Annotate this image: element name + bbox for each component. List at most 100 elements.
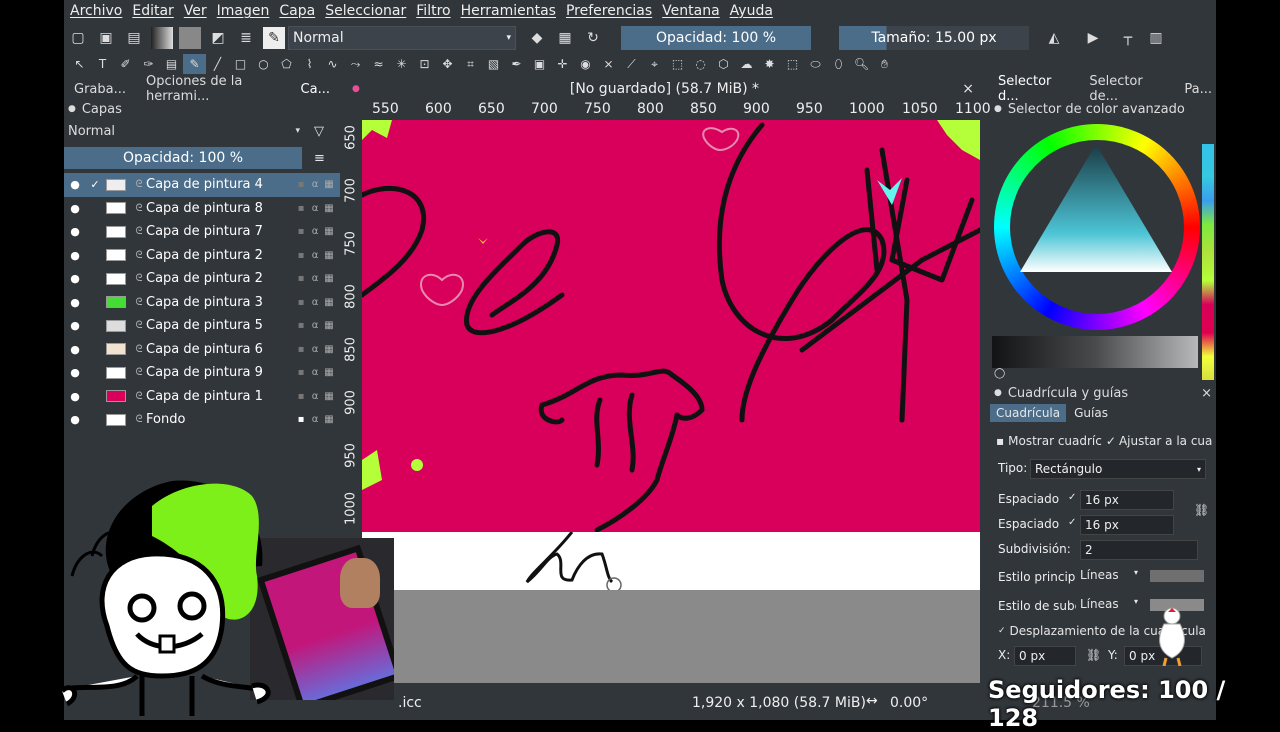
dynamic-brush-icon[interactable]: ≈: [367, 54, 390, 74]
eye-icon[interactable]: ●: [64, 272, 86, 285]
mirror-horizontal-icon[interactable]: ◭: [1043, 27, 1065, 49]
contiguous-select-icon[interactable]: ✸: [758, 54, 781, 74]
menu-ver[interactable]: Ver: [184, 3, 207, 19]
tab-guides[interactable]: Guías: [1066, 404, 1116, 422]
eye-icon[interactable]: ●: [64, 202, 86, 215]
eye-icon[interactable]: ●: [64, 319, 86, 332]
alpha-icon[interactable]: α: [308, 297, 322, 308]
measure-tool-icon[interactable]: ⟋: [620, 54, 643, 74]
alpha-lock-icon[interactable]: ▦: [554, 27, 576, 49]
menu-ventana[interactable]: Ventana: [662, 3, 720, 19]
inherit-alpha-icon[interactable]: ▦: [322, 297, 336, 308]
mirror-vertical-icon[interactable]: ▶: [1082, 27, 1104, 49]
polygon-tool-icon[interactable]: ⬠: [275, 54, 298, 74]
bezier-select-icon[interactable]: ⬭: [804, 54, 827, 74]
pattern-icon[interactable]: [179, 27, 201, 49]
lock-icon[interactable]: ▪: [294, 367, 308, 378]
eye-icon[interactable]: ●: [64, 296, 86, 309]
lock-icon[interactable]: ▪: [294, 179, 308, 190]
eye-icon[interactable]: ●: [64, 413, 86, 426]
inherit-alpha-icon[interactable]: ▦: [322, 367, 336, 378]
move-tool-icon[interactable]: ✥: [436, 54, 459, 74]
gradient-icon[interactable]: [151, 27, 173, 49]
filter-icon[interactable]: ▽: [314, 124, 324, 139]
alpha-icon[interactable]: α: [308, 344, 322, 355]
lock-icon[interactable]: ▪: [294, 391, 308, 402]
layer-row[interactable]: ● ᘓ Capa de pintura 1 ▪ α ▦: [64, 385, 340, 409]
layer-row[interactable]: ● ᘓ Capa de pintura 5 ▪ α ▦: [64, 314, 340, 338]
alpha-icon[interactable]: α: [308, 250, 322, 261]
freehand-path-icon[interactable]: ⤳: [344, 54, 367, 74]
layer-row[interactable]: ● ᘓ Capa de pintura 3 ▪ α ▦: [64, 291, 340, 315]
select-shape-icon[interactable]: ↖: [68, 54, 91, 74]
show-grid-checkbox[interactable]: ▪: [996, 434, 1004, 448]
alpha-icon[interactable]: α: [308, 414, 322, 425]
inherit-alpha-icon[interactable]: ▦: [322, 250, 336, 261]
menu-editar[interactable]: Editar: [132, 3, 173, 19]
new-document-icon[interactable]: ▢: [67, 27, 89, 49]
color-history-strip[interactable]: [1202, 144, 1214, 380]
menu-seleccionar[interactable]: Seleccionar: [325, 3, 406, 19]
tab-palette[interactable]: Pa...: [1180, 82, 1216, 97]
link-chain-icon[interactable]: ⛓: [1086, 648, 1101, 662]
transform-tool-icon[interactable]: ⊡: [413, 54, 436, 74]
eye-icon[interactable]: ●: [64, 390, 86, 403]
value-slider[interactable]: [992, 336, 1198, 368]
colorize-mask-icon[interactable]: ▣: [528, 54, 551, 74]
color-swap-icon[interactable]: ◩: [207, 27, 229, 49]
menu-ayuda[interactable]: Ayuda: [730, 3, 773, 19]
main-style-select[interactable]: Líneas ▾: [1080, 568, 1138, 582]
gradient-tool-icon[interactable]: ▧: [482, 54, 505, 74]
close-document-icon[interactable]: ×: [962, 81, 974, 97]
edit-shapes-icon[interactable]: ✐: [114, 54, 137, 74]
polygon-select-icon[interactable]: ⬡: [712, 54, 735, 74]
canvas-painting[interactable]: [362, 120, 980, 532]
layer-blend-select[interactable]: Normal ▾: [64, 120, 304, 142]
menu-preferencias[interactable]: Preferencias: [566, 3, 652, 19]
spacing-y-input[interactable]: 16 px: [1080, 515, 1174, 535]
layer-row[interactable]: ● ᘓ Capa de pintura 2 ▪ α ▦: [64, 244, 340, 268]
blend-mode-select[interactable]: Normal ▾: [288, 26, 516, 50]
freehand-brush-icon[interactable]: ✎: [183, 54, 206, 74]
brush-preset-icon[interactable]: ✎: [263, 27, 285, 49]
layer-opacity-slider[interactable]: Opacidad: 100 %: [64, 147, 302, 169]
menu-icon[interactable]: ≡: [314, 151, 325, 166]
inherit-alpha-icon[interactable]: ▦: [322, 203, 336, 214]
text-tool-icon[interactable]: T: [91, 54, 114, 74]
layer-row[interactable]: ● ᘓ Capa de pintura 7 ▪ α ▦: [64, 220, 340, 244]
magnetic-select-icon[interactable]: ⬯: [827, 54, 850, 74]
color-reset-icon[interactable]: ◯: [994, 368, 1005, 379]
inherit-alpha-icon[interactable]: ▦: [322, 391, 336, 402]
ellipse-select-icon[interactable]: ◌: [689, 54, 712, 74]
bezier-tool-icon[interactable]: ∿: [321, 54, 344, 74]
alpha-icon[interactable]: α: [308, 273, 322, 284]
layer-row[interactable]: ● ᘓ Capa de pintura 8 ▪ α ▦: [64, 197, 340, 221]
reference-tool-icon[interactable]: ⌖: [643, 54, 666, 74]
grid-type-select[interactable]: Rectángulo ▾: [1030, 459, 1206, 479]
eye-icon[interactable]: ●: [64, 366, 86, 379]
pattern-edit-icon[interactable]: ▤: [160, 54, 183, 74]
layer-row[interactable]: ● ᘓ Fondo ▪ α ▦: [64, 408, 340, 432]
eye-icon[interactable]: ●: [64, 225, 86, 238]
float-icon[interactable]: ●: [994, 104, 1002, 114]
menu-archivo[interactable]: Archivo: [70, 3, 122, 19]
lock-icon[interactable]: ▪: [294, 320, 308, 331]
alpha-icon[interactable]: α: [308, 179, 322, 190]
calligraphy-icon[interactable]: ✑: [137, 54, 160, 74]
spacing-x-input[interactable]: 16 px: [1080, 490, 1174, 510]
snap-grid-checkbox[interactable]: ✓: [1106, 434, 1116, 448]
smart-patch-icon[interactable]: ✛: [551, 54, 574, 74]
inherit-alpha-icon[interactable]: ▦: [322, 414, 336, 425]
x-offset-input[interactable]: 0 px: [1014, 646, 1076, 666]
tab-grid[interactable]: Cuadrícula: [990, 404, 1067, 422]
rotation-icon[interactable]: ↔: [866, 693, 878, 709]
size-slider[interactable]: Tamaño: 15.00 px: [839, 26, 1029, 50]
rectangle-tool-icon[interactable]: □: [229, 54, 252, 74]
crop-tool-icon[interactable]: ⌗: [459, 54, 482, 74]
freehand-select-icon[interactable]: ☁: [735, 54, 758, 74]
line-tool-icon[interactable]: ╱: [206, 54, 229, 74]
sub-style-select[interactable]: Líneas ▾: [1080, 597, 1138, 611]
lock-icon[interactable]: ▪: [294, 297, 308, 308]
menu-imagen[interactable]: Imagen: [217, 3, 270, 19]
spacing-x-checkbox[interactable]: ✓: [1068, 492, 1076, 503]
